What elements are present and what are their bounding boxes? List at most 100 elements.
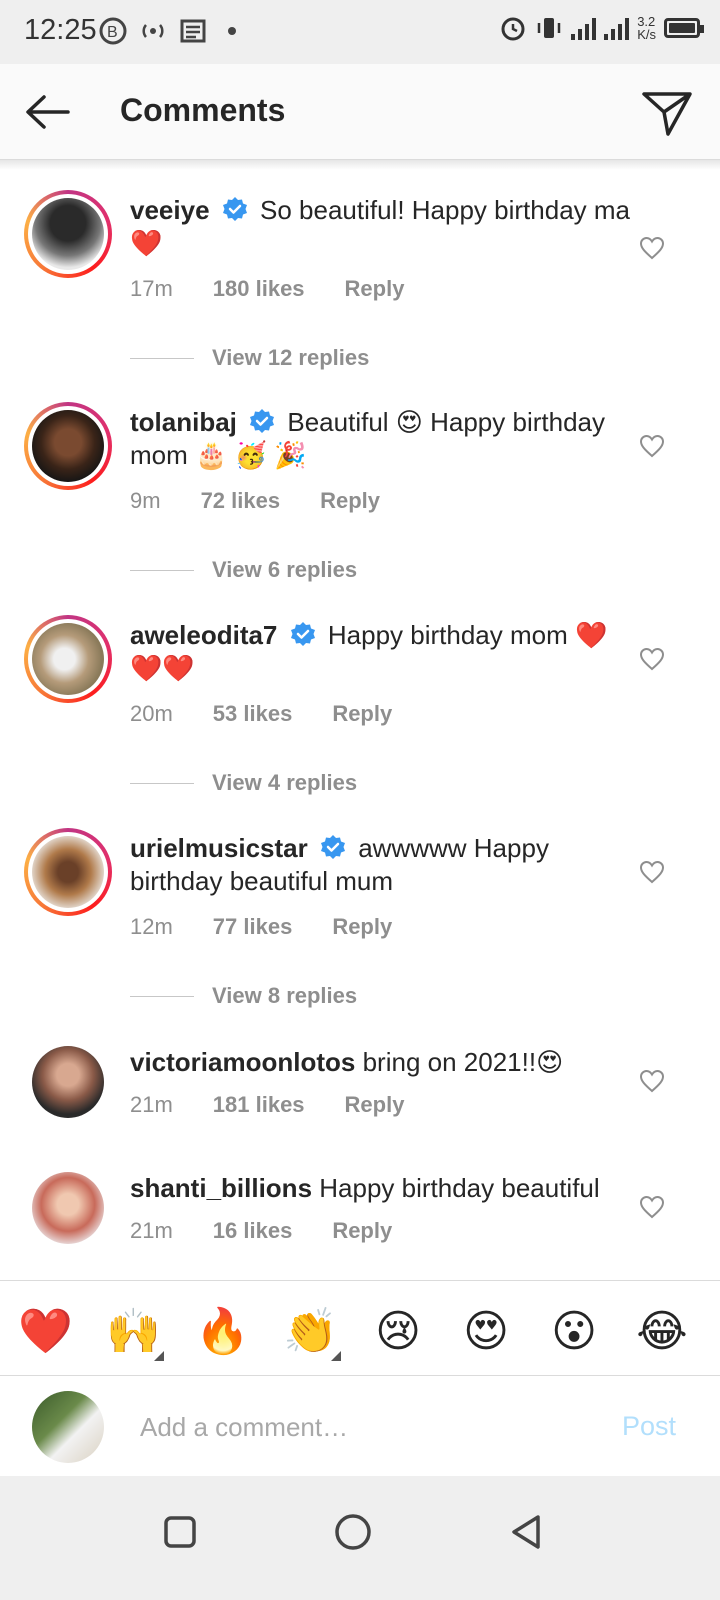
emoji-crying-button[interactable]: 😢 [371, 1305, 425, 1359]
comment-username[interactable]: shanti_billions [130, 1173, 312, 1203]
like-heart-icon[interactable] [638, 1193, 666, 1221]
reply-button[interactable]: Reply [332, 701, 392, 727]
status-time: 12:25 [24, 14, 97, 46]
reply-button[interactable]: Reply [332, 1218, 392, 1244]
comment-text: tolanibaj Beautiful 😍 Happy birthday mom… [130, 406, 630, 472]
comment-meta: 17m 180 likes Reply [130, 276, 444, 302]
comment-time: 21m [130, 1218, 173, 1243]
status-bar: 12:25 B 3.2 K/s [0, 0, 720, 64]
network-speed: 3.2 K/s [637, 15, 656, 41]
comment-text: shanti_billions Happy birthday beautiful [130, 1172, 630, 1205]
comment-time: 20m [130, 701, 173, 726]
page-title: Comments [120, 92, 286, 128]
back-triangle-icon[interactable] [498, 1504, 554, 1560]
current-user-avatar [32, 1391, 104, 1463]
avatar-story-ring[interactable] [24, 190, 112, 278]
comment-username[interactable]: urielmusicstar [130, 833, 308, 863]
reply-button[interactable]: Reply [345, 276, 405, 302]
view-replies-label: View 8 replies [212, 983, 358, 1008]
signal-4g-icon [604, 16, 630, 40]
like-heart-icon[interactable] [638, 432, 666, 460]
emoji-heart-button[interactable]: ❤️ [18, 1305, 73, 1359]
back-arrow-icon[interactable] [22, 86, 74, 138]
comment-meta: 20m 53 likes Reply [130, 701, 432, 727]
view-replies-button[interactable]: View 4 replies [130, 770, 357, 796]
avatar-story-ring[interactable] [24, 828, 112, 916]
home-circle-icon[interactable] [325, 1504, 381, 1560]
comment-text: veeiye So beautiful! Happy birthday ma ❤… [130, 194, 630, 260]
comment-username[interactable]: tolanibaj [130, 407, 237, 437]
comment-time: 12m [130, 914, 173, 939]
replies-divider [130, 995, 194, 997]
reply-button[interactable]: Reply [332, 914, 392, 940]
emoji-glyph: 😢 [375, 1306, 421, 1357]
skin-tone-indicator [154, 1351, 164, 1361]
avatar [32, 198, 104, 270]
comment-username[interactable]: victoriamoonlotos [130, 1047, 355, 1077]
view-replies-label: View 6 replies [212, 557, 358, 582]
speed-unit: K/s [637, 27, 656, 42]
emoji-fire-button[interactable]: 🔥 [195, 1305, 250, 1359]
comment-username[interactable]: veeiye [130, 195, 210, 225]
news-icon [180, 19, 206, 43]
reply-button[interactable]: Reply [320, 488, 380, 514]
view-replies-label: View 12 replies [212, 345, 370, 370]
comment-likes[interactable]: 180 likes [213, 276, 305, 302]
b-circle-icon: B [99, 17, 127, 45]
avatar [32, 410, 104, 482]
comment-username[interactable]: aweleodita7 [130, 620, 277, 650]
comment-time: 21m [130, 1092, 173, 1117]
verified-badge-icon [320, 835, 345, 859]
comment-time: 9m [130, 488, 161, 513]
system-icons: 3.2 K/s [499, 14, 704, 42]
skin-tone-indicator [331, 1351, 341, 1361]
comment-likes[interactable]: 77 likes [213, 914, 293, 940]
like-heart-icon[interactable] [638, 1067, 666, 1095]
signal-icon [571, 16, 597, 40]
comment-composer: Post [0, 1377, 720, 1475]
like-heart-icon[interactable] [638, 645, 666, 673]
alarm-icon [501, 17, 525, 41]
view-replies-button[interactable]: View 12 replies [130, 345, 369, 371]
like-heart-icon[interactable] [638, 234, 666, 262]
replies-divider [130, 569, 194, 571]
avatar-story-ring[interactable] [24, 615, 112, 703]
replies-divider [130, 782, 194, 784]
hotspot-icon [142, 24, 164, 38]
emoji-heart-eyes-button[interactable]: 😍 [459, 1305, 513, 1359]
comment-likes[interactable]: 53 likes [213, 701, 293, 727]
comment-likes[interactable]: 181 likes [213, 1092, 305, 1118]
quick-emoji-bar: ❤️ 🙌 🔥 👏 😢 😍 😮 😂 [0, 1280, 720, 1376]
direct-send-icon[interactable] [640, 86, 694, 140]
comment-body: Happy birthday beautiful [319, 1173, 600, 1203]
view-replies-button[interactable]: View 8 replies [130, 983, 357, 1009]
emoji-clap-button[interactable]: 👏 [283, 1305, 341, 1361]
system-nav-bar [0, 1476, 720, 1600]
header-divider [0, 160, 720, 170]
avatar-story-ring[interactable] [24, 402, 112, 490]
avatar[interactable] [32, 1046, 104, 1118]
verified-badge-icon [290, 622, 315, 646]
avatar [32, 836, 104, 908]
notification-icons: B [98, 16, 236, 46]
vibrate-icon [537, 18, 561, 38]
like-heart-icon[interactable] [638, 858, 666, 886]
view-replies-button[interactable]: View 6 replies [130, 557, 357, 583]
emoji-surprised-button[interactable]: 😮 [547, 1305, 601, 1359]
emoji-glyph: 😍 [463, 1306, 509, 1357]
recents-square-icon[interactable] [152, 1504, 208, 1560]
avatar[interactable] [32, 1172, 104, 1244]
comment-likes[interactable]: 72 likes [201, 488, 281, 514]
comment-meta: 12m 77 likes Reply [130, 914, 432, 940]
post-button[interactable]: Post [622, 1411, 676, 1442]
comment-likes[interactable]: 16 likes [213, 1218, 293, 1244]
dot-icon [228, 27, 236, 35]
comment-body: bring on 2021!!😍 [362, 1047, 564, 1077]
emoji-laughing-button[interactable]: 😂 [635, 1305, 689, 1359]
svg-text:B: B [107, 24, 118, 41]
emoji-raised-hands-button[interactable]: 🙌 [106, 1305, 164, 1361]
comment-input[interactable] [140, 1407, 570, 1447]
emoji-glyph: 🔥 [195, 1306, 250, 1357]
reply-button[interactable]: Reply [345, 1092, 405, 1118]
emoji-glyph: 😂 [636, 1306, 688, 1357]
